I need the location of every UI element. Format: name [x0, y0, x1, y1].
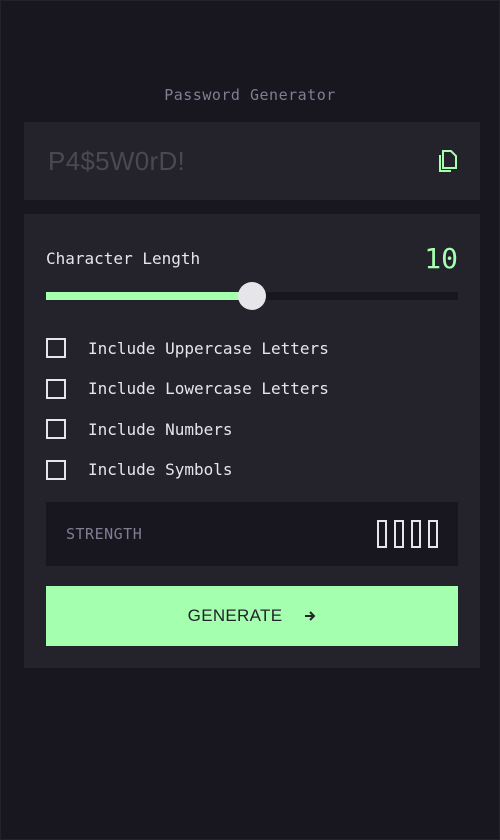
strength-label: STRENGTH [66, 525, 143, 543]
symbols-checkbox[interactable] [46, 459, 66, 480]
strength-meter: STRENGTH [46, 502, 458, 566]
option-label: Include Uppercase Letters [88, 338, 329, 358]
copy-button[interactable] [436, 149, 458, 173]
strength-bar [411, 520, 421, 548]
length-value: 10 [424, 241, 458, 275]
strength-bar [377, 520, 387, 548]
copy-icon [438, 150, 457, 172]
option-label: Include Symbols [88, 460, 233, 480]
option-label: Include Numbers [88, 419, 233, 439]
slider-thumb[interactable] [238, 282, 266, 310]
option-numbers[interactable]: Include Numbers [46, 409, 458, 450]
option-label: Include Lowercase Letters [88, 379, 329, 399]
numbers-checkbox[interactable] [46, 419, 66, 440]
length-row: Character Length 10 [46, 240, 458, 276]
option-symbols[interactable]: Include Symbols [46, 450, 458, 491]
lowercase-checkbox[interactable] [46, 378, 66, 399]
generate-label: GENERATE [187, 606, 283, 625]
generate-button[interactable]: GENERATE [46, 586, 458, 646]
uppercase-checkbox[interactable] [46, 338, 66, 359]
settings-panel: Character Length 10 Include Uppercase Le… [24, 214, 480, 668]
option-uppercase[interactable]: Include Uppercase Letters [46, 328, 458, 369]
app-title: Password Generator [164, 86, 336, 104]
strength-bar [394, 520, 404, 548]
strength-bar [428, 520, 438, 548]
arrow-right-icon [304, 610, 316, 622]
options-list: Include Uppercase Letters Include Lowerc… [46, 328, 458, 490]
password-display: P4$5W0rD! [24, 122, 480, 200]
length-slider[interactable] [46, 282, 458, 310]
slider-fill [46, 292, 252, 300]
option-lowercase[interactable]: Include Lowercase Letters [46, 369, 458, 410]
length-label: Character Length [46, 248, 201, 268]
strength-bars [377, 520, 438, 548]
password-text: P4$5W0rD! [48, 145, 186, 176]
